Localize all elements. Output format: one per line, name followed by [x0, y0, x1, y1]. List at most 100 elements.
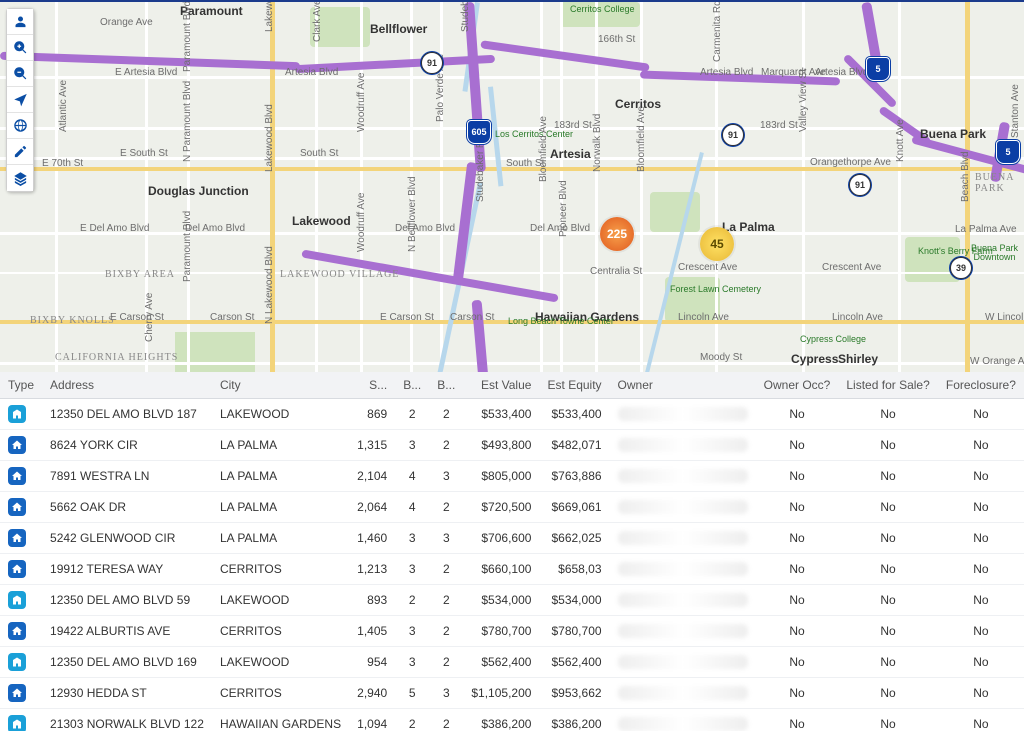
cell-owner-occ: No	[756, 523, 839, 554]
cell-baths: 3	[429, 523, 463, 554]
cell-est-value: $805,000	[463, 461, 539, 492]
cell-city: HAWAIIAN GARDENS	[212, 709, 349, 731]
table-row[interactable]: 5242 GLENWOOD CIRLA PALMA1,46033$706,600…	[0, 523, 1024, 554]
cell-beds: 4	[395, 461, 429, 492]
table-row[interactable]: 12350 DEL AMO BLVD 187LAKEWOOD86922$533,…	[0, 399, 1024, 430]
cell-city: LAKEWOOD	[212, 585, 349, 616]
col-foreclosure[interactable]: Foreclosure?	[938, 372, 1024, 399]
col-owner[interactable]: Owner	[610, 372, 756, 399]
globe-button[interactable]	[7, 113, 33, 139]
cell-city: CERRITOS	[212, 616, 349, 647]
cell-address: 7891 WESTRA LN	[42, 461, 212, 492]
cell-beds: 3	[395, 523, 429, 554]
cell-address: 5242 GLENWOOD CIR	[42, 523, 212, 554]
cell-est-equity: $386,200	[539, 709, 609, 731]
cell-beds: 2	[395, 399, 429, 430]
cell-sqft: 1,460	[349, 523, 395, 554]
cell-owner-occ: No	[756, 399, 839, 430]
cell-sqft: 2,064	[349, 492, 395, 523]
cell-est-value: $386,200	[463, 709, 539, 731]
cell-beds: 2	[395, 585, 429, 616]
table-row[interactable]: 12930 HEDDA STCERRITOS2,94053$1,105,200$…	[0, 678, 1024, 709]
cell-est-equity: $953,662	[539, 678, 609, 709]
cell-owner	[610, 461, 756, 492]
cell-sqft: 1,405	[349, 616, 395, 647]
table-row[interactable]: 12350 DEL AMO BLVD 169LAKEWOOD95432$562,…	[0, 647, 1024, 678]
interstate-shield-icon: 5	[996, 140, 1020, 164]
cell-address: 12930 HEDDA ST	[42, 678, 212, 709]
cell-foreclosure: No	[938, 709, 1024, 731]
table-row[interactable]: 8624 YORK CIRLA PALMA1,31532$493,800$482…	[0, 430, 1024, 461]
map-canvas[interactable]: ParamountBellflowerDouglas JunctionLakew…	[0, 2, 1024, 372]
col-est-equity[interactable]: Est Equity	[539, 372, 609, 399]
cell-owner-occ: No	[756, 709, 839, 731]
col-listed[interactable]: Listed for Sale?	[838, 372, 937, 399]
col-city[interactable]: City	[212, 372, 349, 399]
col-sqft[interactable]: S...	[349, 372, 395, 399]
state-route-shield-icon: 91	[421, 52, 443, 74]
table-row[interactable]: 19422 ALBURTIS AVECERRITOS1,40532$780,70…	[0, 616, 1024, 647]
table-row[interactable]: 7891 WESTRA LNLA PALMA2,10443$805,000$76…	[0, 461, 1024, 492]
cell-baths: 2	[429, 399, 463, 430]
results-table: Type Address City S... B... B... Est Val…	[0, 372, 1024, 731]
cell-city: LA PALMA	[212, 523, 349, 554]
col-type[interactable]: Type	[0, 372, 42, 399]
house-icon	[8, 467, 26, 485]
cell-beds: 4	[395, 492, 429, 523]
cell-est-value: $534,000	[463, 585, 539, 616]
cell-owner	[610, 678, 756, 709]
draw-button[interactable]	[7, 139, 33, 165]
cell-address: 21303 NORWALK BLVD 122	[42, 709, 212, 731]
table-row[interactable]: 19912 TERESA WAYCERRITOS1,21332$660,100$…	[0, 554, 1024, 585]
cell-beds: 5	[395, 678, 429, 709]
cell-sqft: 893	[349, 585, 395, 616]
map-city-label: Lakewood	[292, 214, 351, 228]
zoom-in-button[interactable]	[7, 35, 33, 61]
cell-foreclosure: No	[938, 585, 1024, 616]
map-cluster[interactable]: 225	[600, 217, 634, 251]
cell-owner	[610, 523, 756, 554]
cell-est-equity: $533,400	[539, 399, 609, 430]
table-row[interactable]: 5662 OAK DRLA PALMA2,06442$720,500$669,0…	[0, 492, 1024, 523]
map-toolbar	[6, 8, 34, 192]
layers-button[interactable]	[7, 165, 33, 191]
condo-icon	[8, 405, 26, 423]
cell-est-equity: $780,700	[539, 616, 609, 647]
cell-address: 19422 ALBURTIS AVE	[42, 616, 212, 647]
house-icon	[8, 622, 26, 640]
locate-button[interactable]	[7, 87, 33, 113]
table-row[interactable]: 21303 NORWALK BLVD 122HAWAIIAN GARDENS1,…	[0, 709, 1024, 731]
cell-est-equity: $658,03	[539, 554, 609, 585]
cell-city: LAKEWOOD	[212, 647, 349, 678]
cell-est-value: $720,500	[463, 492, 539, 523]
zoom-out-button[interactable]	[7, 61, 33, 87]
col-address[interactable]: Address	[42, 372, 212, 399]
user-location-button[interactable]	[7, 9, 33, 35]
map-panel[interactable]: ParamountBellflowerDouglas JunctionLakew…	[0, 2, 1024, 372]
col-owner-occ[interactable]: Owner Occ?	[756, 372, 839, 399]
col-est-value[interactable]: Est Value	[463, 372, 539, 399]
cell-est-value: $533,400	[463, 399, 539, 430]
results-table-panel[interactable]: Type Address City S... B... B... Est Val…	[0, 372, 1024, 731]
cell-owner	[610, 616, 756, 647]
cell-est-value: $660,100	[463, 554, 539, 585]
cell-city: LA PALMA	[212, 492, 349, 523]
cell-owner-occ: No	[756, 461, 839, 492]
cell-listed: No	[838, 430, 937, 461]
cell-est-value: $780,700	[463, 616, 539, 647]
col-beds[interactable]: B...	[395, 372, 429, 399]
house-icon	[8, 436, 26, 454]
col-baths[interactable]: B...	[429, 372, 463, 399]
map-cluster[interactable]: 45	[700, 227, 734, 261]
cell-listed: No	[838, 399, 937, 430]
house-icon	[8, 684, 26, 702]
cell-est-value: $493,800	[463, 430, 539, 461]
cell-owner	[610, 399, 756, 430]
map-city-label: Douglas Junction	[148, 184, 249, 198]
cell-city: CERRITOS	[212, 554, 349, 585]
cell-baths: 2	[429, 554, 463, 585]
map-city-label: Bellflower	[370, 22, 427, 36]
state-route-shield-icon: 91	[722, 124, 744, 146]
table-row[interactable]: 12350 DEL AMO BLVD 59LAKEWOOD89322$534,0…	[0, 585, 1024, 616]
condo-icon	[8, 715, 26, 731]
